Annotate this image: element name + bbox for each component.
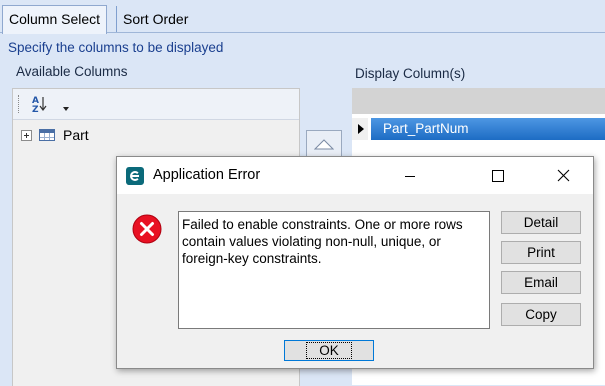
tree-item-label: Part bbox=[63, 127, 89, 143]
close-icon bbox=[557, 169, 570, 182]
grid-row[interactable]: Part_PartNum bbox=[352, 118, 605, 140]
tab-sort-order[interactable]: Sort Order bbox=[116, 6, 194, 32]
tree-item-part[interactable]: Part bbox=[21, 126, 89, 144]
dialog-title-bar[interactable]: Application Error bbox=[117, 157, 593, 194]
display-columns-label: Display Column(s) bbox=[355, 66, 466, 81]
dialog-title: Application Error bbox=[153, 167, 261, 183]
epicor-app-icon bbox=[126, 167, 144, 185]
minimize-button[interactable] bbox=[387, 157, 433, 194]
sort-az-icon: A Z bbox=[32, 96, 69, 115]
instruction-text: Specify the columns to be displayed bbox=[8, 40, 224, 55]
ok-button[interactable]: OK bbox=[284, 340, 374, 361]
chevron-up-icon bbox=[314, 139, 334, 150]
maximize-button[interactable] bbox=[475, 157, 521, 194]
tab-bar: Column Select Sort Order bbox=[0, 0, 605, 34]
close-button[interactable] bbox=[541, 157, 587, 194]
available-columns-toolbar: A Z bbox=[13, 89, 299, 120]
tab-column-select[interactable]: Column Select bbox=[2, 5, 108, 34]
row-selector-arrow-icon[interactable] bbox=[352, 118, 368, 140]
application-error-dialog: Application Error Failed to enable const… bbox=[116, 156, 594, 369]
grid-cell-part-partnum[interactable]: Part_PartNum bbox=[371, 118, 605, 140]
toolbar-grip[interactable] bbox=[18, 95, 21, 113]
available-columns-label: Available Columns bbox=[16, 64, 128, 79]
move-up-button[interactable] bbox=[306, 130, 342, 158]
print-button[interactable]: Print bbox=[501, 241, 581, 264]
sort-az-button[interactable]: A Z bbox=[29, 94, 73, 115]
svg-text:Z: Z bbox=[32, 105, 39, 114]
error-message-box[interactable]: Failed to enable constraints. One or mor… bbox=[178, 211, 490, 329]
table-icon bbox=[39, 129, 55, 141]
ok-button-label: OK bbox=[306, 342, 352, 359]
grid-header bbox=[352, 88, 605, 114]
detail-button[interactable]: Detail bbox=[501, 211, 581, 234]
email-button[interactable]: Email bbox=[501, 271, 581, 294]
copy-button[interactable]: Copy bbox=[501, 303, 581, 326]
expand-icon[interactable] bbox=[21, 129, 32, 141]
error-icon bbox=[132, 214, 162, 244]
